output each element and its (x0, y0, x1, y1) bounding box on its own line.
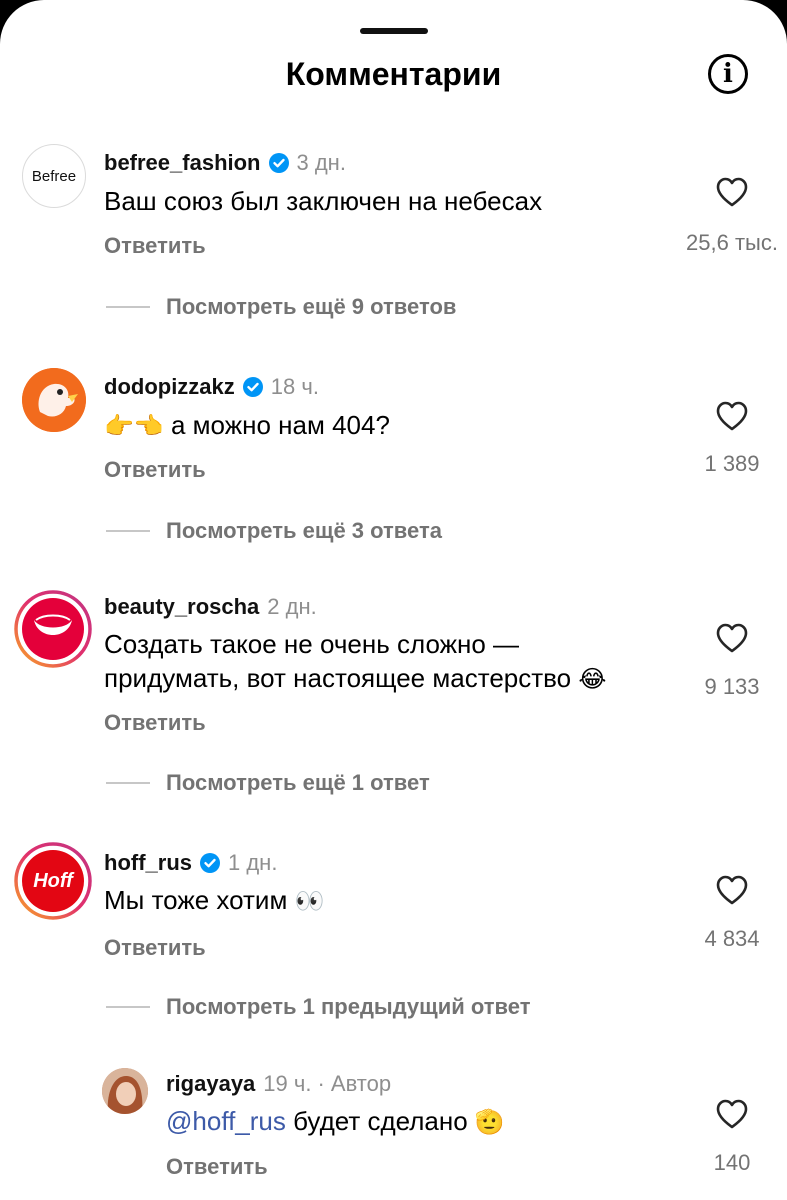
like-count: 25,6 тыс. (686, 230, 778, 255)
pointing-fingers-emoji: 👉👈 (104, 413, 164, 440)
comment-time: 3 дн. (296, 150, 346, 175)
reply-button[interactable]: Ответить (166, 1154, 268, 1180)
comment-text-body: придумать, вот настоящее мастерство (104, 663, 572, 693)
beauty-roscha-logo-icon (14, 590, 92, 668)
comments-sheet: Комментарии i Befree befree_fashion 3 дн… (0, 0, 787, 1200)
info-icon-glyph: i (723, 59, 733, 89)
like-heart-icon[interactable] (715, 1098, 749, 1130)
comment-text-body: а можно нам 404? (171, 410, 390, 440)
comment-text-body: Мы тоже хотим (104, 885, 288, 915)
like-heart-icon[interactable] (715, 874, 749, 906)
view-more-replies-label: Посмотреть ещё 9 ответов (166, 294, 457, 319)
comment-time: 2 дн. (267, 594, 317, 619)
divider (106, 782, 150, 784)
comment-header: hoff_rus 1 дн. (104, 850, 277, 876)
view-more-replies[interactable]: Посмотреть ещё 1 ответ (106, 770, 430, 796)
avatar[interactable]: Befree (22, 144, 86, 208)
view-previous-reply[interactable]: Посмотреть 1 предыдущий ответ (106, 994, 531, 1020)
view-more-replies-label: Посмотреть ещё 1 ответ (166, 770, 430, 795)
avatar-logo-text: Befree (31, 167, 77, 185)
reply-text: @hoff_rus будет сделано 🫡 (166, 1104, 505, 1140)
reply-button[interactable]: Ответить (104, 233, 206, 259)
like-count: 140 (713, 1150, 751, 1175)
user-photo-icon (102, 1068, 148, 1114)
comment-text: Мы тоже хотим 👀 (104, 883, 324, 919)
view-more-replies[interactable]: Посмотреть ещё 9 ответов (106, 294, 456, 320)
avatar[interactable] (22, 368, 86, 432)
saluting-face-emoji: 🫡 (474, 1109, 505, 1136)
username[interactable]: dodopizzakz (104, 374, 235, 400)
mention-link[interactable]: @hoff_rus (166, 1106, 286, 1136)
comment-header: beauty_roscha 2 дн. (104, 594, 317, 620)
like-count: 1 389 (704, 451, 760, 476)
avatar[interactable]: Hoff (14, 842, 92, 920)
drag-handle[interactable] (360, 28, 428, 34)
avatar[interactable] (14, 590, 92, 668)
like-heart-icon[interactable] (715, 176, 749, 208)
view-more-replies-label: Посмотреть ещё 3 ответа (166, 518, 442, 543)
username[interactable]: beauty_roscha (104, 594, 259, 620)
verified-badge-icon (242, 377, 263, 397)
view-previous-reply-label: Посмотреть 1 предыдущий ответ (166, 994, 531, 1019)
like-heart-icon[interactable] (715, 400, 749, 432)
username[interactable]: rigayaya (166, 1071, 255, 1097)
eyes-emoji: 👀 (294, 888, 325, 915)
info-icon[interactable]: i (708, 54, 748, 94)
avatar-logo-text: Hoff (33, 869, 73, 892)
like-count: 4 834 (704, 926, 760, 951)
like-heart-icon[interactable] (715, 622, 749, 654)
like-count: 9 133 (704, 674, 760, 699)
reply-button[interactable]: Ответить (104, 710, 206, 736)
reply-time: 19 ч. (263, 1071, 312, 1096)
author-tag: · Автор (317, 1071, 392, 1096)
divider (106, 530, 150, 532)
username[interactable]: befree_fashion (104, 150, 261, 176)
avatar[interactable] (102, 1068, 148, 1114)
page-title: Комментарии (285, 56, 502, 92)
verified-badge-icon (268, 153, 289, 173)
comment-text: 👉👈 а можно нам 404? (104, 408, 390, 444)
comment-text: Ваш союз был заключен на небесах (104, 186, 543, 216)
laughing-emoji: 😂 (578, 666, 607, 693)
dodo-bird-logo-icon (22, 368, 86, 432)
view-more-replies[interactable]: Посмотреть ещё 3 ответа (106, 518, 442, 544)
divider (106, 306, 150, 308)
divider (106, 1006, 150, 1008)
comment-time: 1 дн. (228, 850, 278, 875)
comment-header: dodopizzakz 18 ч. (104, 374, 319, 400)
reply-button[interactable]: Ответить (104, 935, 206, 961)
comment-header: befree_fashion 3 дн. (104, 150, 346, 176)
reply-button[interactable]: Ответить (104, 457, 206, 483)
username[interactable]: hoff_rus (104, 850, 192, 876)
comment-time: 18 ч. (270, 374, 319, 399)
reply-text-body: будет сделано (293, 1106, 468, 1136)
verified-badge-icon (200, 853, 220, 873)
comment-text-line-2: придумать, вот настоящее мастерство 😂 (104, 661, 606, 697)
reply-header: rigayaya 19 ч. · Автор (166, 1071, 391, 1097)
comment-text-line-1: Создать такое не очень сложно — (104, 629, 520, 659)
